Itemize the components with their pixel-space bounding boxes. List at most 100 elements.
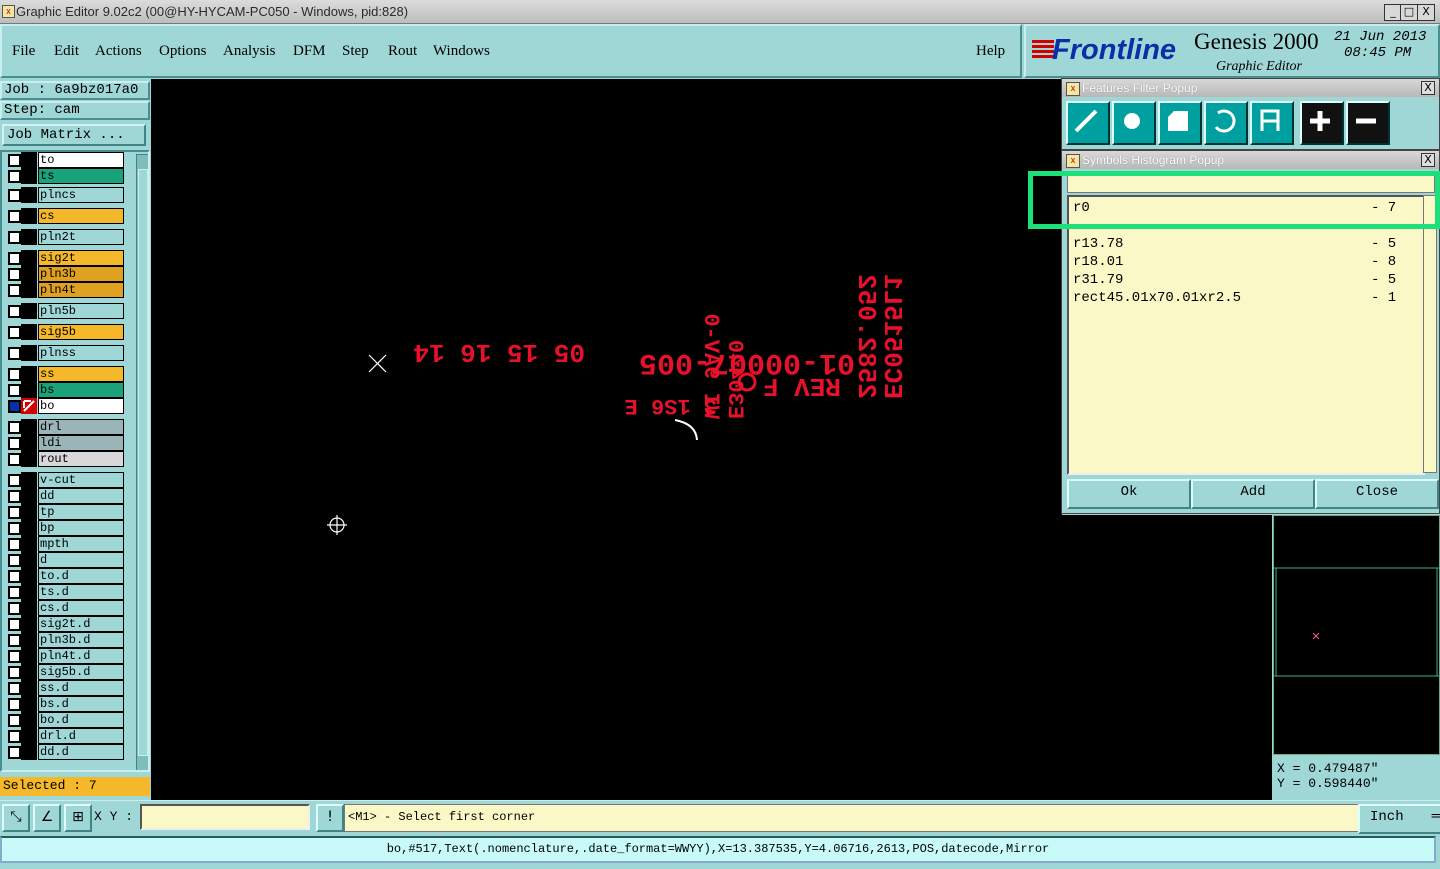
- layer-row-rout[interactable]: rout: [2, 451, 132, 467]
- menu-windows[interactable]: Windows: [433, 43, 490, 60]
- layer-name[interactable]: ss.d: [38, 680, 124, 696]
- layer-row-sig2t[interactable]: sig2t: [2, 250, 132, 266]
- layer-name[interactable]: ss: [38, 366, 124, 382]
- layer-name[interactable]: cs: [38, 208, 124, 224]
- layer-checkbox[interactable]: [8, 384, 21, 397]
- job-matrix-button[interactable]: Job Matrix ...: [2, 124, 146, 146]
- layer-name[interactable]: to.d: [38, 568, 124, 584]
- filter-positive-button[interactable]: [1300, 101, 1344, 145]
- layer-checkbox[interactable]: [8, 284, 21, 297]
- layer-checkbox[interactable]: [8, 634, 21, 647]
- layer-name[interactable]: plnss: [38, 345, 124, 361]
- layer-row-plncs[interactable]: plncs: [2, 187, 132, 203]
- layer-checkbox[interactable]: [8, 618, 21, 631]
- grid-icon[interactable]: ⊞: [64, 804, 92, 832]
- menu-analysis[interactable]: Analysis: [223, 43, 276, 60]
- layer-scroll-thumb[interactable]: [138, 169, 148, 756]
- layer-row-to[interactable]: to: [2, 152, 132, 168]
- layer-name[interactable]: pln3b.d: [38, 632, 124, 648]
- layer-row-dd[interactable]: dd: [2, 488, 132, 504]
- layer-checkbox[interactable]: [8, 554, 21, 567]
- layer-checkbox[interactable]: [8, 474, 21, 487]
- layer-checkbox[interactable]: [8, 666, 21, 679]
- overview-window[interactable]: [1273, 515, 1440, 755]
- layer-checkbox[interactable]: [8, 347, 21, 360]
- layer-checkbox[interactable]: [8, 170, 21, 183]
- menu-dfm[interactable]: DFM: [293, 43, 326, 60]
- layer-name[interactable]: plncs: [38, 187, 124, 203]
- layer-checkbox[interactable]: [8, 682, 21, 695]
- xy-input[interactable]: [140, 804, 310, 830]
- layer-row-bs.d[interactable]: bs.d: [2, 696, 132, 712]
- layer-row-ldi[interactable]: ldi: [2, 435, 132, 451]
- layer-row-drl[interactable]: drl: [2, 419, 132, 435]
- layer-name[interactable]: cs.d: [38, 600, 124, 616]
- menu-actions[interactable]: Actions: [95, 43, 142, 60]
- layer-checkbox[interactable]: [8, 437, 21, 450]
- layer-name[interactable]: bs: [38, 382, 124, 398]
- layer-row-sig5b[interactable]: sig5b: [2, 324, 132, 340]
- graphic-canvas-lower-right[interactable]: [1061, 515, 1272, 800]
- layer-row-bs[interactable]: bs: [2, 382, 132, 398]
- layer-checkbox[interactable]: [8, 368, 21, 381]
- layer-checkbox[interactable]: [8, 400, 21, 413]
- layer-row-pln2t[interactable]: pln2t: [2, 229, 132, 245]
- layer-checkbox[interactable]: [8, 154, 21, 167]
- layer-row-pln4t.d[interactable]: pln4t.d: [2, 648, 132, 664]
- layer-row-sig2t.d[interactable]: sig2t.d: [2, 616, 132, 632]
- layer-row-cs[interactable]: cs: [2, 208, 132, 224]
- layer-name[interactable]: v-cut: [38, 472, 124, 488]
- layer-checkbox[interactable]: [8, 252, 21, 265]
- layer-checkbox[interactable]: [8, 231, 21, 244]
- layer-checkbox[interactable]: [8, 746, 21, 759]
- symbol-list[interactable]: r0 - 7 r13.78 - 5 r18.01 - 8 r31.79 - 5 …: [1067, 195, 1425, 475]
- layer-checkbox[interactable]: [8, 421, 21, 434]
- layer-checkbox[interactable]: [8, 730, 21, 743]
- layer-name[interactable]: bo.d: [38, 712, 124, 728]
- filter-pad-button[interactable]: [1112, 101, 1156, 145]
- layer-checkbox[interactable]: [8, 538, 21, 551]
- layer-row-ss[interactable]: ss: [2, 366, 132, 382]
- menu-rout[interactable]: Rout: [388, 43, 417, 60]
- menu-edit[interactable]: Edit: [54, 43, 79, 60]
- features-filter-close-button[interactable]: X: [1421, 81, 1435, 95]
- layer-row-to.d[interactable]: to.d: [2, 568, 132, 584]
- layer-name[interactable]: ts.d: [38, 584, 124, 600]
- layer-name[interactable]: pln4t: [38, 282, 124, 298]
- symbol-row[interactable]: r31.79 - 5: [1073, 271, 1403, 289]
- layer-name[interactable]: drl.d: [38, 728, 124, 744]
- layer-name[interactable]: sig5b: [38, 324, 124, 340]
- menu-file[interactable]: File: [12, 43, 35, 60]
- layer-name[interactable]: to: [38, 152, 124, 168]
- layer-name[interactable]: ldi: [38, 435, 124, 451]
- layer-checkbox[interactable]: [8, 650, 21, 663]
- layer-row-v-cut[interactable]: v-cut: [2, 472, 132, 488]
- filter-arc-button[interactable]: [1204, 101, 1248, 145]
- ok-button[interactable]: Ok: [1067, 479, 1191, 509]
- layer-checkbox[interactable]: [8, 506, 21, 519]
- symbol-row[interactable]: r18.01 - 8: [1073, 253, 1403, 271]
- layer-row-ts.d[interactable]: ts.d: [2, 584, 132, 600]
- filter-negative-button[interactable]: [1346, 101, 1390, 145]
- layer-checkbox[interactable]: [8, 268, 21, 281]
- layer-row-bp[interactable]: bp: [2, 520, 132, 536]
- layer-checkbox[interactable]: [8, 326, 21, 339]
- layer-checkbox[interactable]: [8, 453, 21, 466]
- layer-row-pln3b[interactable]: pln3b: [2, 266, 132, 282]
- layer-row-plnss[interactable]: plnss: [2, 345, 132, 361]
- layer-row-pln4t[interactable]: pln4t: [2, 282, 132, 298]
- layer-row-sig5b.d[interactable]: sig5b.d: [2, 664, 132, 680]
- layer-name[interactable]: sig2t.d: [38, 616, 124, 632]
- layer-name[interactable]: bo: [38, 398, 124, 414]
- menu-options[interactable]: Options: [159, 43, 207, 60]
- layer-name[interactable]: pln4t.d: [38, 648, 124, 664]
- layer-checkbox[interactable]: [8, 570, 21, 583]
- layer-name[interactable]: tp: [38, 504, 124, 520]
- layer-name[interactable]: sig5b.d: [38, 664, 124, 680]
- symbol-row[interactable]: r13.78 - 5: [1073, 235, 1403, 253]
- layer-row-pln5b[interactable]: pln5b: [2, 303, 132, 319]
- layer-checkbox[interactable]: [8, 490, 21, 503]
- layer-name[interactable]: pln5b: [38, 303, 124, 319]
- layer-name[interactable]: bs.d: [38, 696, 124, 712]
- layer-name[interactable]: ts: [38, 168, 124, 184]
